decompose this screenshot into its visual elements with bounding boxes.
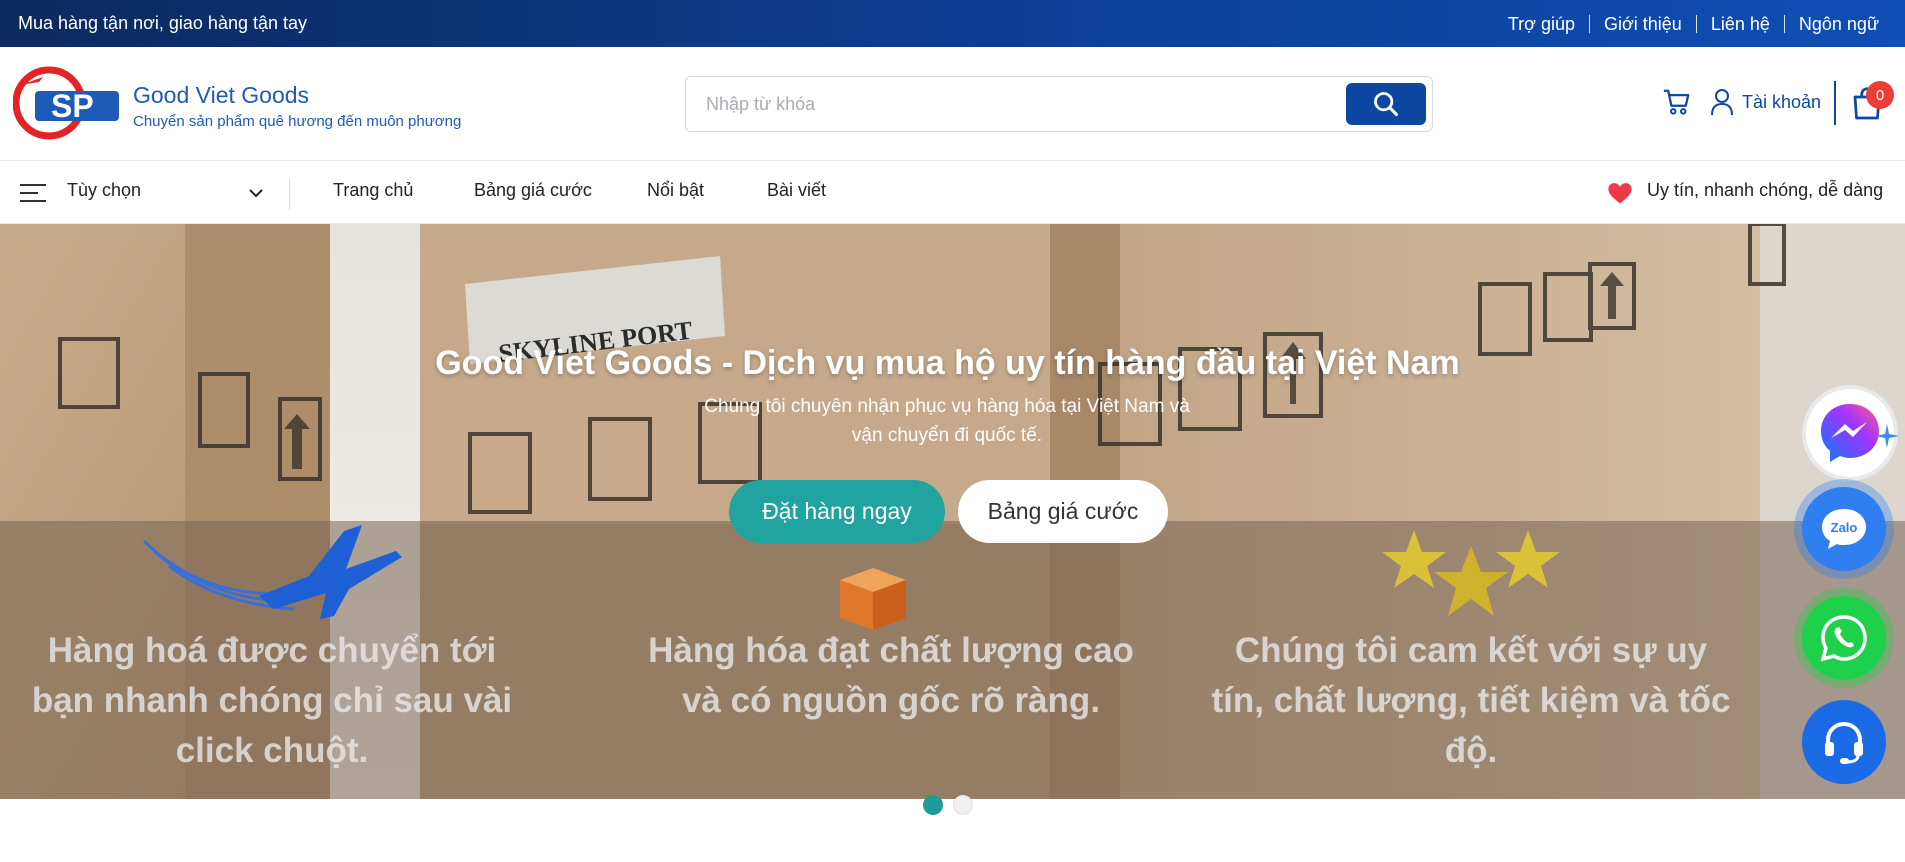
- top-bar: Mua hàng tận nơi, giao hàng tận tay Trợ …: [0, 0, 1905, 47]
- package-icon: [840, 568, 906, 630]
- brand-tagline: Chuyển sản phẩm quê hương đến muôn phươn…: [133, 113, 462, 130]
- feature-fast-delivery: Hàng hoá được chuyển tới bạn nhanh chóng…: [31, 631, 513, 770]
- header-divider: [1834, 81, 1836, 125]
- nav-home[interactable]: Trang chủ: [333, 180, 413, 201]
- account-label: Tài khoản: [1742, 91, 1822, 112]
- sparkle-icon: [1875, 424, 1899, 448]
- whatsapp-button[interactable]: [1802, 596, 1886, 680]
- cart-icon[interactable]: [1662, 87, 1692, 117]
- below-hero-area: [0, 799, 1905, 862]
- heart-icon: [1608, 183, 1632, 204]
- brand-logo[interactable]: SP: [13, 65, 123, 141]
- user-icon: [1711, 89, 1733, 116]
- nav-slogan: Uy tín, nhanh chóng, dễ dàng: [1647, 180, 1884, 200]
- support-button[interactable]: [1802, 700, 1886, 784]
- zalo-label: Zalo: [1831, 520, 1858, 535]
- airplane-icon: [142, 525, 402, 619]
- top-tagline: Mua hàng tận nơi, giao hàng tận tay: [18, 13, 308, 33]
- account-button[interactable]: Tài khoản: [1710, 85, 1821, 119]
- search-input[interactable]: [706, 89, 1326, 119]
- cart-count-badge: 0: [1866, 81, 1894, 109]
- feature-commitment: Chúng tôi cam kết với sự uy tín, chất lư…: [1211, 631, 1731, 770]
- price-table-button[interactable]: Bảng giá cước: [958, 480, 1168, 543]
- link-language[interactable]: Ngôn ngữ: [1783, 14, 1887, 33]
- slider-dot[interactable]: [953, 795, 973, 815]
- slider-dot-active[interactable]: [923, 795, 943, 815]
- top-links: Trợ giúp Giới thiệu Liên hệ Ngôn ngữ: [1494, 14, 1887, 33]
- chevron-down-icon[interactable]: [247, 184, 265, 202]
- hero-title: Good Viet Goods - Dịch vụ mua hộ uy tín …: [435, 344, 1460, 382]
- headset-icon: [1825, 721, 1863, 764]
- site-header: SP Good Viet Goods Chuyển sản phẩm quê h…: [0, 47, 1905, 161]
- nav-pricing[interactable]: Bảng giá cước: [474, 180, 592, 201]
- nav-featured[interactable]: Nổi bật: [647, 180, 704, 201]
- hamburger-menu-icon[interactable]: [18, 178, 48, 208]
- hero-banner: SKYLINE PORT Good Viet Goods - Dịch vụ m…: [0, 224, 1905, 799]
- feature-quality: Hàng hóa đạt chất lượng cao và có nguồn …: [648, 631, 1134, 720]
- link-contact[interactable]: Liên hệ: [1695, 14, 1784, 33]
- zalo-button[interactable]: Zalo: [1802, 487, 1886, 571]
- link-help[interactable]: Trợ giúp: [1494, 15, 1589, 33]
- search-box: [685, 76, 1433, 132]
- nav-articles[interactable]: Bài viết: [767, 180, 826, 201]
- zalo-icon: Zalo: [1822, 509, 1866, 549]
- order-now-button[interactable]: Đặt hàng ngay: [729, 480, 945, 543]
- logo-letters: SP: [51, 88, 94, 124]
- whatsapp-icon: [1820, 615, 1867, 662]
- search-button[interactable]: [1346, 83, 1426, 125]
- main-nav: Tùy chọn Trang chủ Bảng giá cước Nổi bật…: [0, 162, 1905, 224]
- link-about[interactable]: Giới thiệu: [1588, 14, 1696, 33]
- category-select[interactable]: Tùy chọn: [67, 180, 141, 201]
- nav-divider: [289, 178, 290, 210]
- hero-subtitle: Chúng tôi chuyên nhận phục vụ hàng hóa t…: [704, 396, 1190, 446]
- brand-name[interactable]: Good Viet Goods: [133, 82, 309, 109]
- stars-icon: [1382, 530, 1560, 616]
- search-icon: [1374, 92, 1399, 117]
